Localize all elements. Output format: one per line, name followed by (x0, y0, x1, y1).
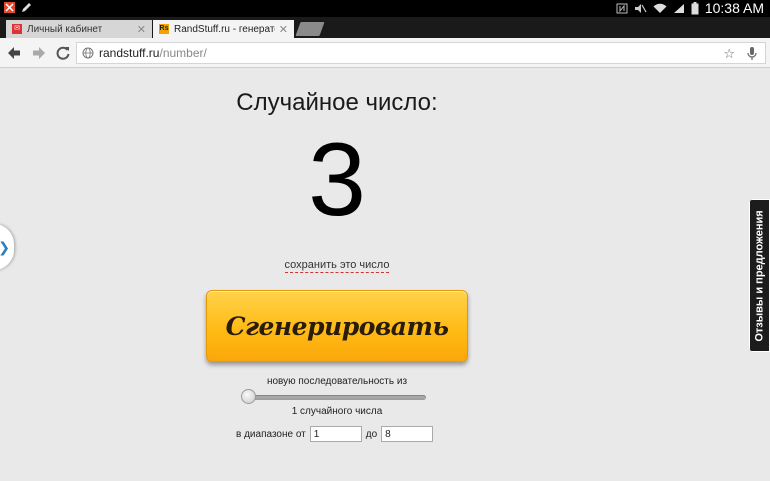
mail-favicon-icon: ✉ (12, 24, 22, 34)
range-to-label: до (365, 428, 378, 440)
count-slider-track[interactable] (244, 395, 426, 400)
status-left (3, 1, 33, 14)
range-to-input[interactable] (381, 426, 434, 442)
tab-strip: ✉ Личный кабинет ✕ Rs RandStuff.ru - ген… (0, 17, 770, 38)
status-right: 10:38 AM (616, 0, 764, 17)
forward-arrow-icon (33, 47, 45, 59)
screen: 10:38 AM ✉ Личный кабинет ✕ Rs RandStuff… (0, 0, 770, 481)
tab-close-icon[interactable]: ✕ (279, 23, 288, 36)
tab-personal-account[interactable]: ✉ Личный кабинет ✕ (6, 20, 152, 38)
back-arrow-icon (8, 47, 20, 59)
feedback-tab[interactable]: Отзывы и предложения (749, 199, 770, 352)
back-button[interactable] (5, 44, 23, 62)
signal-icon (673, 4, 684, 13)
chevron-right-icon: ❯ (0, 239, 10, 255)
browser-toolbar: randstuff.ru/number/ ☆ (0, 38, 770, 68)
range-row: в диапазоне от до (236, 425, 437, 443)
generate-button-label: Сгенерировать (225, 311, 449, 341)
reload-button[interactable] (54, 44, 72, 62)
count-slider-handle[interactable] (241, 389, 256, 404)
status-bar: 10:38 AM (0, 0, 770, 17)
notification-icon (4, 2, 15, 13)
url-path: /number/ (159, 46, 207, 60)
pen-icon (22, 3, 31, 12)
sequence-label: новую последовательность из (266, 376, 408, 387)
tab-title: RandStuff.ru - генератор (174, 23, 275, 35)
page-heading: Случайное число: (236, 89, 438, 116)
mute-icon (634, 4, 647, 13)
bookmark-star-icon[interactable]: ☆ (723, 46, 735, 62)
new-tab-button[interactable] (295, 22, 325, 36)
forward-button[interactable] (30, 44, 48, 62)
tab-randstuff[interactable]: Rs RandStuff.ru - генератор ✕ (153, 20, 294, 38)
save-number-link[interactable]: сохранить это число (284, 259, 390, 273)
page-content: Случайное число: 3 сохранить это число С… (0, 68, 770, 481)
save-number-link-wrap: сохранить это число (0, 259, 674, 273)
url-host: randstuff.ru (99, 46, 160, 60)
rs-favicon-icon: Rs (159, 24, 169, 34)
address-bar-actions: ☆ (723, 46, 757, 62)
range-from-label: в диапазоне от (236, 428, 306, 440)
range-from-input[interactable] (309, 426, 362, 442)
url-text: randstuff.ru/number/ (99, 46, 207, 60)
globe-icon (82, 47, 94, 59)
microphone-icon[interactable] (747, 47, 757, 61)
address-bar[interactable]: randstuff.ru/number/ ☆ (76, 42, 766, 64)
reload-icon (56, 46, 70, 60)
wifi-icon (653, 3, 667, 13)
generate-button[interactable]: Сгенерировать (206, 290, 468, 362)
tab-title: Личный кабинет (27, 23, 103, 35)
random-number: 3 (308, 122, 366, 238)
tab-close-icon[interactable]: ✕ (137, 23, 146, 36)
battery-icon (691, 2, 699, 15)
count-label: 1 случайного числа (291, 406, 383, 417)
nfc-icon (616, 3, 628, 14)
clock: 10:38 AM (704, 0, 764, 16)
feedback-tab-label: Отзывы и предложения (753, 209, 766, 342)
